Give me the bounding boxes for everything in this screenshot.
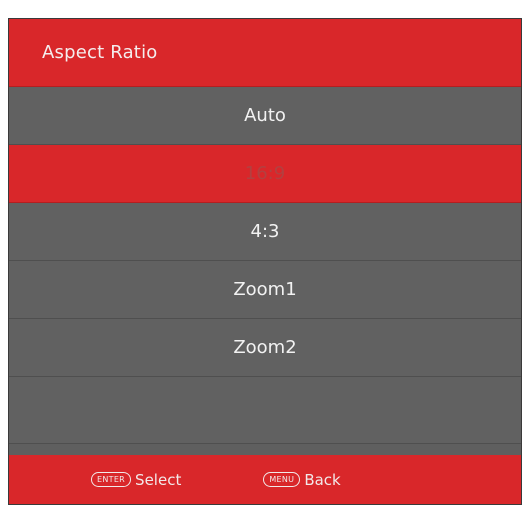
option-16-9[interactable]: 16:9 [9,145,521,203]
select-hint: ENTER Select [91,471,181,489]
option-list: Auto 16:9 4:3 Zoom1 Zoom2 [9,87,521,444]
menu-key-icon: MENU [263,472,301,487]
empty-row [9,377,521,444]
aspect-ratio-menu: Aspect Ratio Auto 16:9 4:3 Zoom1 Zoom2 E… [8,18,522,505]
option-label: Zoom1 [233,279,297,300]
option-auto[interactable]: Auto [9,87,521,145]
select-label: Select [135,470,182,489]
back-label: Back [304,470,341,489]
option-label: Auto [244,105,286,126]
back-hint: MENU Back [263,470,341,489]
option-zoom1[interactable]: Zoom1 [9,261,521,319]
option-4-3[interactable]: 4:3 [9,203,521,261]
menu-header: Aspect Ratio [9,19,521,87]
menu-title: Aspect Ratio [42,42,158,63]
menu-footer: ENTER Select MENU Back [9,455,521,504]
option-label: 16:9 [244,163,286,184]
option-zoom2[interactable]: Zoom2 [9,319,521,377]
enter-key-icon: ENTER [91,472,132,487]
option-label: 4:3 [250,221,280,242]
option-label: Zoom2 [233,337,297,358]
